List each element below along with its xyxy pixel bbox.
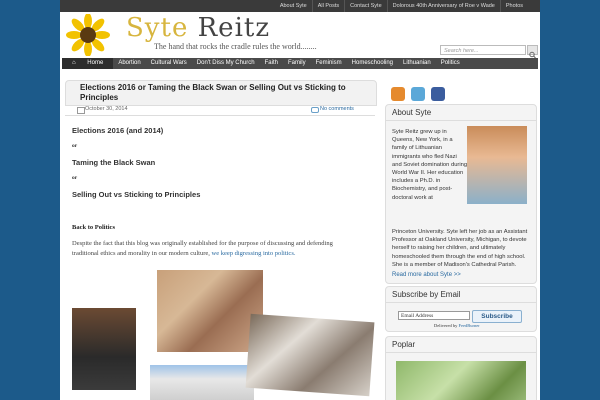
sunflower-icon — [66, 14, 110, 56]
tagline: The hand that rocks the cradle rules the… — [154, 42, 317, 51]
post-heading-1: Elections 2016 (and 2014) — [72, 126, 164, 135]
top-bar: About Syte All Posts Contact Syte Doloro… — [60, 0, 540, 12]
creation-painting — [157, 270, 263, 352]
delivered-label: Delivered by — [434, 323, 458, 328]
post-collage — [72, 270, 375, 400]
about-heading: About Syte — [386, 105, 536, 121]
read-more-link[interactable]: Read more about Syte >> — [392, 272, 461, 278]
logo-first: Syte — [126, 13, 189, 43]
nav-faith[interactable]: Faith — [260, 58, 283, 69]
social-icons — [391, 87, 445, 101]
main-nav: ⌂ Home Abortion Cultural Wars Don't Diss… — [62, 58, 538, 69]
about-text-continued: Princeton University. Syte left her job … — [392, 229, 528, 268]
post-or-2: or — [72, 175, 78, 181]
post-meta: October 30, 2014 No comments — [65, 106, 375, 116]
post-subhead: Back to Politics — [72, 224, 115, 231]
home-icon: ⌂ — [72, 60, 78, 66]
nav-family[interactable]: Family — [283, 58, 311, 69]
twitter-icon[interactable] — [411, 87, 425, 101]
post-title-box: Elections 2016 or Taming the Black Swan … — [65, 80, 377, 106]
topnav-anniversary[interactable]: Dolorous 40th Anniversary of Roe v Wade — [386, 0, 500, 12]
popular-box: Poplar — [385, 336, 537, 400]
subscribe-button[interactable]: Subscribe — [472, 310, 522, 323]
nav-homeschooling[interactable]: Homeschooling — [347, 58, 398, 69]
subscribe-box: Subscribe by Email Email Address Subscri… — [385, 286, 537, 332]
topnav-about[interactable]: About Syte — [275, 0, 312, 12]
feedburner-link[interactable]: FeedBurner — [459, 323, 480, 328]
nav-politics[interactable]: Politics — [436, 58, 465, 69]
page-wrapper: About Syte All Posts Contact Syte Doloro… — [60, 0, 540, 400]
about-text: Syte Reitz grew up in Queens, New York, … — [392, 129, 468, 201]
rss-icon[interactable] — [391, 87, 405, 101]
facebook-icon[interactable] — [431, 87, 445, 101]
logo-second: Reitz — [197, 13, 271, 43]
syte-photo — [467, 126, 527, 204]
comment-icon — [311, 107, 319, 113]
obama-photo — [72, 308, 136, 390]
search-input[interactable]: Search here... — [440, 45, 526, 55]
popular-image — [396, 361, 526, 400]
comments-link[interactable]: No comments — [320, 106, 354, 112]
nav-church[interactable]: Don't Diss My Church — [192, 58, 260, 69]
post-heading-2: Taming the Black Swan — [72, 158, 156, 167]
topnav-photos[interactable]: Photos — [499, 0, 528, 12]
post-paragraph: Despite the fact that this blog was orig… — [72, 239, 360, 259]
nav-abortion[interactable]: Abortion — [113, 58, 145, 69]
top-nav: About Syte All Posts Contact Syte Doloro… — [275, 0, 528, 12]
nav-lithuanian[interactable]: Lithuanian — [398, 58, 436, 69]
email-field[interactable]: Email Address — [398, 311, 470, 320]
post-date: October 30, 2014 — [85, 106, 128, 112]
topnav-contact[interactable]: Contact Syte — [344, 0, 387, 12]
delivered-by: Delivered by FeedBurner — [434, 323, 480, 328]
nav-home-label: Home — [87, 60, 104, 66]
calendar-icon — [77, 107, 85, 114]
nav-feminism[interactable]: Feminism — [311, 58, 347, 69]
post-heading-3: Selling Out vs Sticking to Principles — [72, 190, 201, 199]
site-logo[interactable]: Syte Reitz — [126, 13, 270, 43]
nav-cultural-wars[interactable]: Cultural Wars — [146, 58, 192, 69]
subscribe-heading: Subscribe by Email — [386, 287, 536, 303]
nav-home[interactable]: ⌂ Home — [62, 58, 114, 69]
search-button[interactable] — [527, 45, 538, 59]
post-or-1: or — [72, 143, 78, 149]
voting-booth-photo — [245, 313, 375, 397]
post-link[interactable]: we keep digressing into politics. — [212, 250, 296, 257]
popular-heading: Poplar — [386, 337, 536, 353]
post-title[interactable]: Elections 2016 or Taming the Black Swan … — [80, 83, 370, 103]
topnav-all-posts[interactable]: All Posts — [311, 0, 344, 12]
supreme-court-photo — [150, 365, 254, 400]
